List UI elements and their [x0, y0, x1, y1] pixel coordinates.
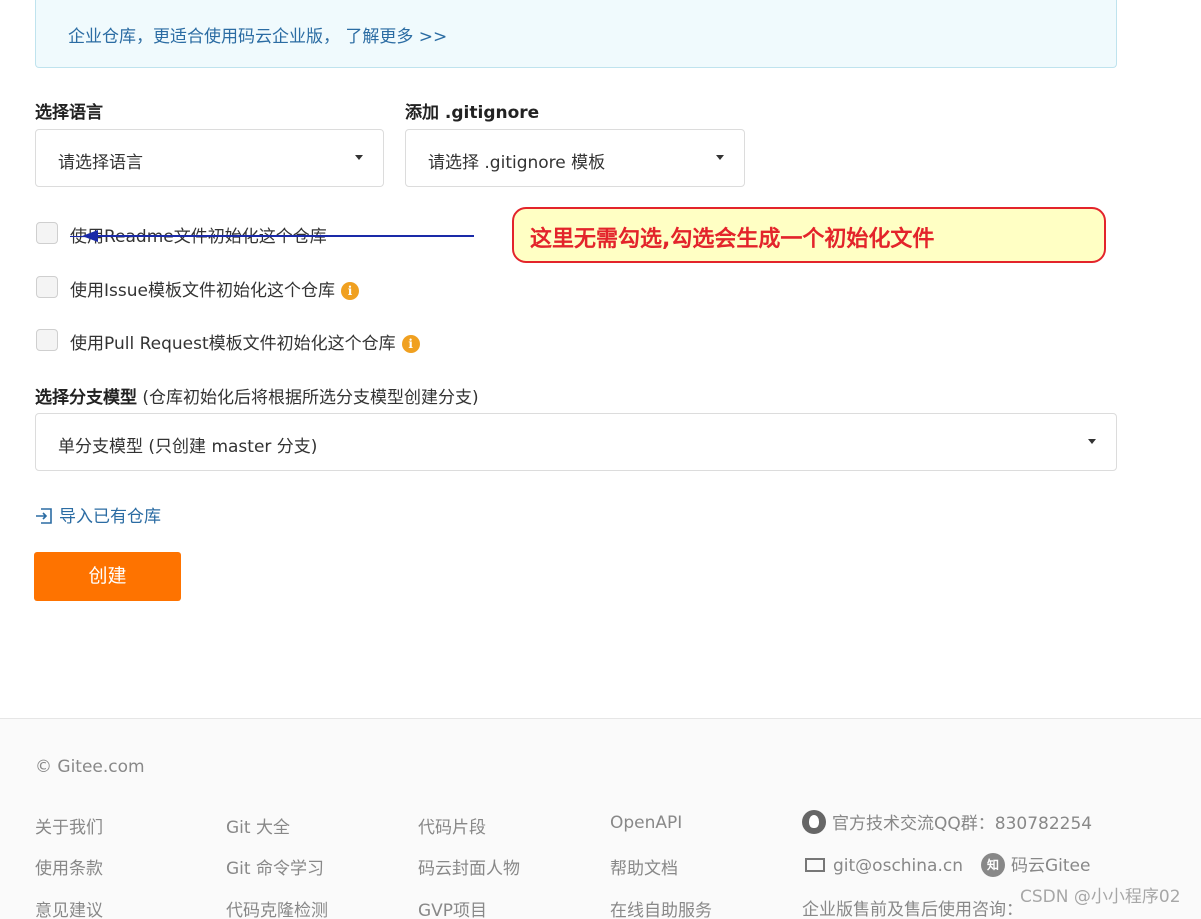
- branch-model-hint: (仓库初始化后将根据所选分支模型创建分支): [142, 388, 479, 408]
- footer-qq-group: 官方技术交流QQ群：830782254: [802, 809, 1092, 834]
- annotation-callout: 这里无需勾选,勾选会生成一个初始化文件: [512, 207, 1106, 263]
- chevron-down-icon: [1088, 439, 1096, 444]
- enterprise-notice: 企业仓库，更适合使用码云企业版， 了解更多 >>: [35, 0, 1117, 68]
- zhihu-icon: 知: [981, 853, 1005, 877]
- issue-checkbox[interactable]: [36, 276, 58, 298]
- footer-gitee-brand[interactable]: 码云Gitee: [1011, 856, 1090, 876]
- footer-link-gvp[interactable]: GVP项目: [418, 896, 487, 919]
- copyright: © Gitee.com: [35, 757, 145, 777]
- branch-model-label: 选择分支模型 (仓库初始化后将根据所选分支模型创建分支): [35, 383, 479, 408]
- footer-link-cover-people[interactable]: 码云封面人物: [418, 854, 520, 879]
- footer-link-clone-detect[interactable]: 代码克隆检测: [226, 896, 328, 919]
- gitignore-select[interactable]: 请选择 .gitignore 模板: [405, 129, 745, 187]
- import-repo-link[interactable]: 导入已有仓库: [35, 502, 161, 527]
- gitignore-select-value: 请选择 .gitignore 模板: [428, 153, 606, 173]
- import-icon: [36, 508, 52, 524]
- create-button[interactable]: 创建: [34, 552, 181, 601]
- language-label: 选择语言: [35, 103, 103, 123]
- footer-qq-text: 官方技术交流QQ群：830782254: [832, 814, 1093, 834]
- gitignore-label: 添加 .gitignore: [405, 103, 540, 123]
- chevron-down-icon: [716, 155, 724, 160]
- annotation-callout-text: 这里无需勾选,勾选会生成一个初始化文件: [530, 227, 935, 252]
- mail-icon: [805, 858, 825, 872]
- branch-model-select[interactable]: 单分支模型 (只创建 master 分支): [35, 413, 1117, 471]
- footer: © Gitee.com 关于我们 使用条款 意见建议 Git 大全 Git 命令…: [0, 718, 1201, 919]
- footer-email[interactable]: git@oschina.cn: [833, 856, 963, 876]
- issue-checkbox-label: 使用Issue模板文件初始化这个仓库: [70, 281, 335, 301]
- footer-link-about[interactable]: 关于我们: [35, 813, 103, 838]
- footer-link-self-service[interactable]: 在线自助服务: [610, 896, 712, 919]
- annotation-arrow: [82, 230, 474, 242]
- footer-link-git-commands[interactable]: Git 命令学习: [226, 854, 324, 879]
- info-icon[interactable]: i: [401, 335, 420, 353]
- pr-checkbox-label: 使用Pull Request模板文件初始化这个仓库: [70, 334, 396, 354]
- language-select[interactable]: 请选择语言: [35, 129, 384, 187]
- footer-link-feedback[interactable]: 意见建议: [35, 896, 103, 919]
- footer-link-terms[interactable]: 使用条款: [35, 854, 103, 879]
- footer-link-git-guide[interactable]: Git 大全: [226, 813, 290, 838]
- language-select-value: 请选择语言: [58, 153, 143, 173]
- csdn-watermark: CSDN @小小程序02: [1020, 887, 1181, 907]
- qq-icon: [802, 810, 826, 834]
- footer-link-help[interactable]: 帮助文档: [610, 854, 678, 879]
- branch-model-title: 选择分支模型: [35, 388, 137, 408]
- issue-checkbox-text: 使用Issue模板文件初始化这个仓库 i: [70, 276, 359, 301]
- import-repo-label: 导入已有仓库: [59, 507, 161, 527]
- footer-link-openapi[interactable]: OpenAPI: [610, 813, 682, 833]
- pr-checkbox-text: 使用Pull Request模板文件初始化这个仓库 i: [70, 329, 420, 354]
- chevron-down-icon: [355, 155, 363, 160]
- pr-checkbox[interactable]: [36, 329, 58, 351]
- branch-model-value: 单分支模型 (只创建 master 分支): [58, 437, 318, 457]
- footer-link-snippets[interactable]: 代码片段: [418, 813, 486, 838]
- footer-contact-row: git@oschina.cn 知码云Gitee: [805, 851, 1090, 877]
- enterprise-notice-link[interactable]: 企业仓库，更适合使用码云企业版， 了解更多 >>: [68, 22, 447, 47]
- info-icon[interactable]: i: [340, 282, 359, 300]
- readme-checkbox[interactable]: [36, 222, 58, 244]
- footer-sales: 企业版售前及售后使用咨询：400-606-0201: [802, 900, 1020, 919]
